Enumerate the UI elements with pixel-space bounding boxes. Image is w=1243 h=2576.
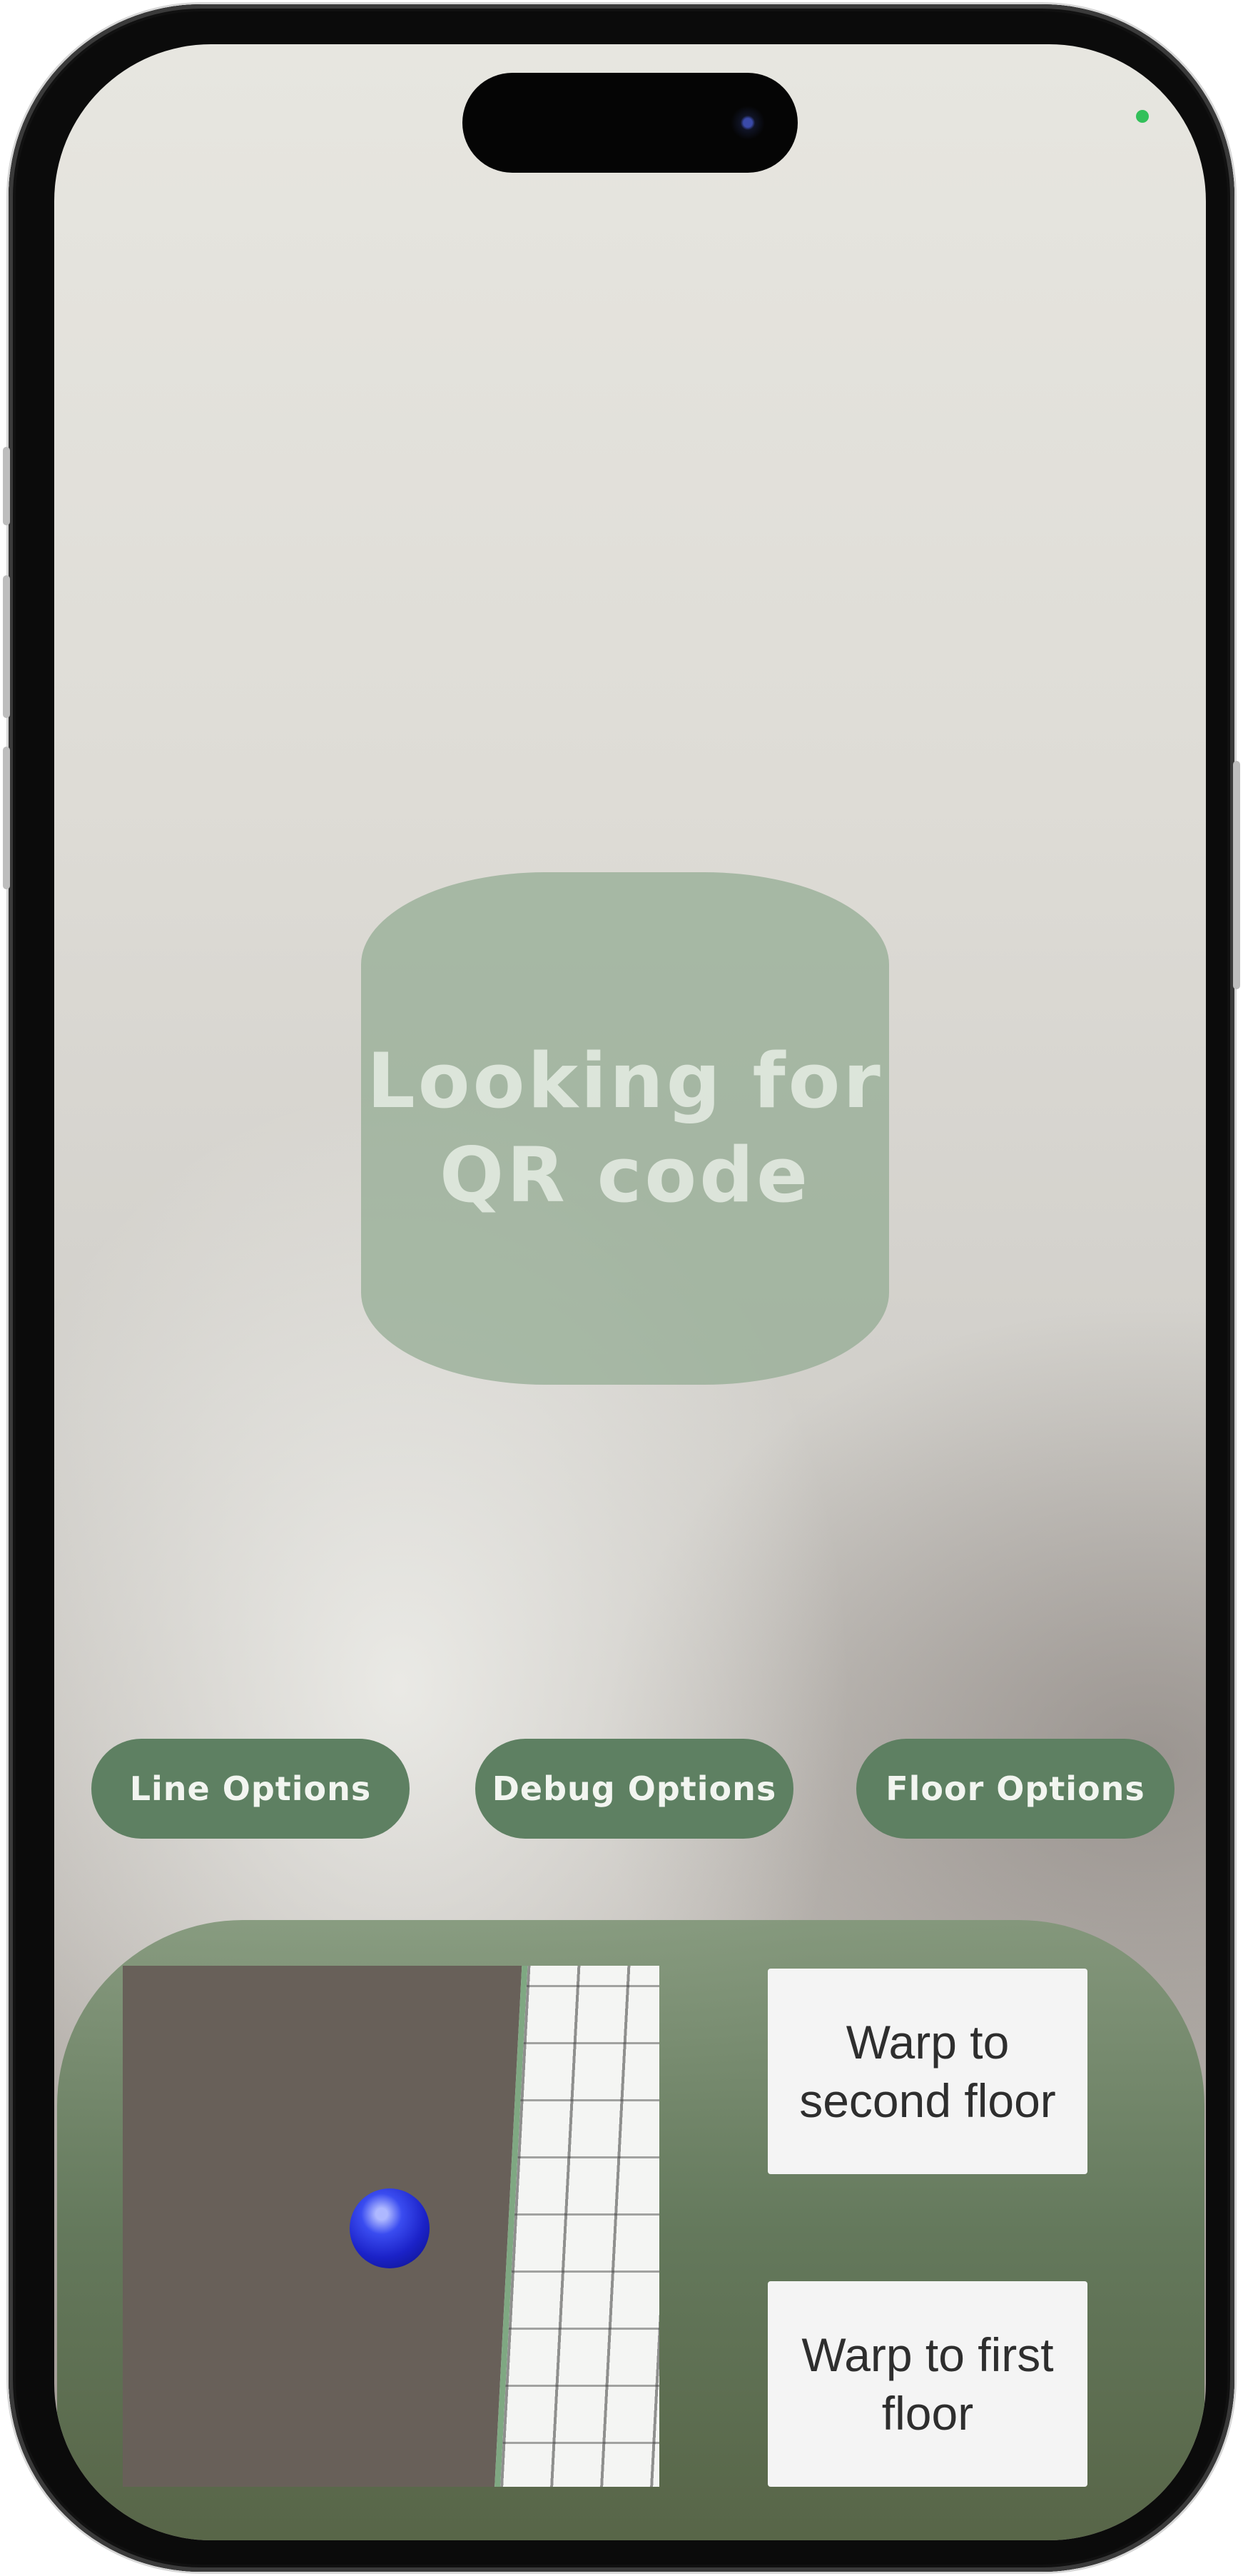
warp-second-floor-button[interactable]: Warp to second floor bbox=[768, 1969, 1087, 2174]
line-options-button[interactable]: Line Options bbox=[91, 1739, 410, 1839]
power-button bbox=[1233, 761, 1240, 989]
dynamic-island bbox=[462, 73, 798, 173]
qr-scan-status-text: Looking for QR code bbox=[367, 1037, 883, 1219]
privacy-indicator-icon bbox=[1136, 110, 1149, 123]
volume-down-button bbox=[3, 747, 10, 889]
action-button bbox=[3, 447, 10, 525]
front-camera-icon bbox=[731, 106, 765, 140]
minimap[interactable] bbox=[123, 1966, 659, 2487]
navigation-panel: Warp to second floor Warp to first floor bbox=[57, 1920, 1204, 2540]
minimap-floor-grid bbox=[494, 1966, 659, 2487]
player-position-marker-icon bbox=[350, 2188, 430, 2268]
phone-frame: Looking for QR code Line Options Debug O… bbox=[3, 4, 1240, 2572]
floor-options-button[interactable]: Floor Options bbox=[856, 1739, 1174, 1839]
qr-scan-status: Looking for QR code bbox=[361, 872, 889, 1385]
debug-options-button[interactable]: Debug Options bbox=[475, 1739, 793, 1839]
volume-up-button bbox=[3, 575, 10, 718]
ar-camera-view[interactable]: Looking for QR code Line Options Debug O… bbox=[54, 44, 1206, 2540]
warp-first-floor-button[interactable]: Warp to first floor bbox=[768, 2281, 1087, 2487]
